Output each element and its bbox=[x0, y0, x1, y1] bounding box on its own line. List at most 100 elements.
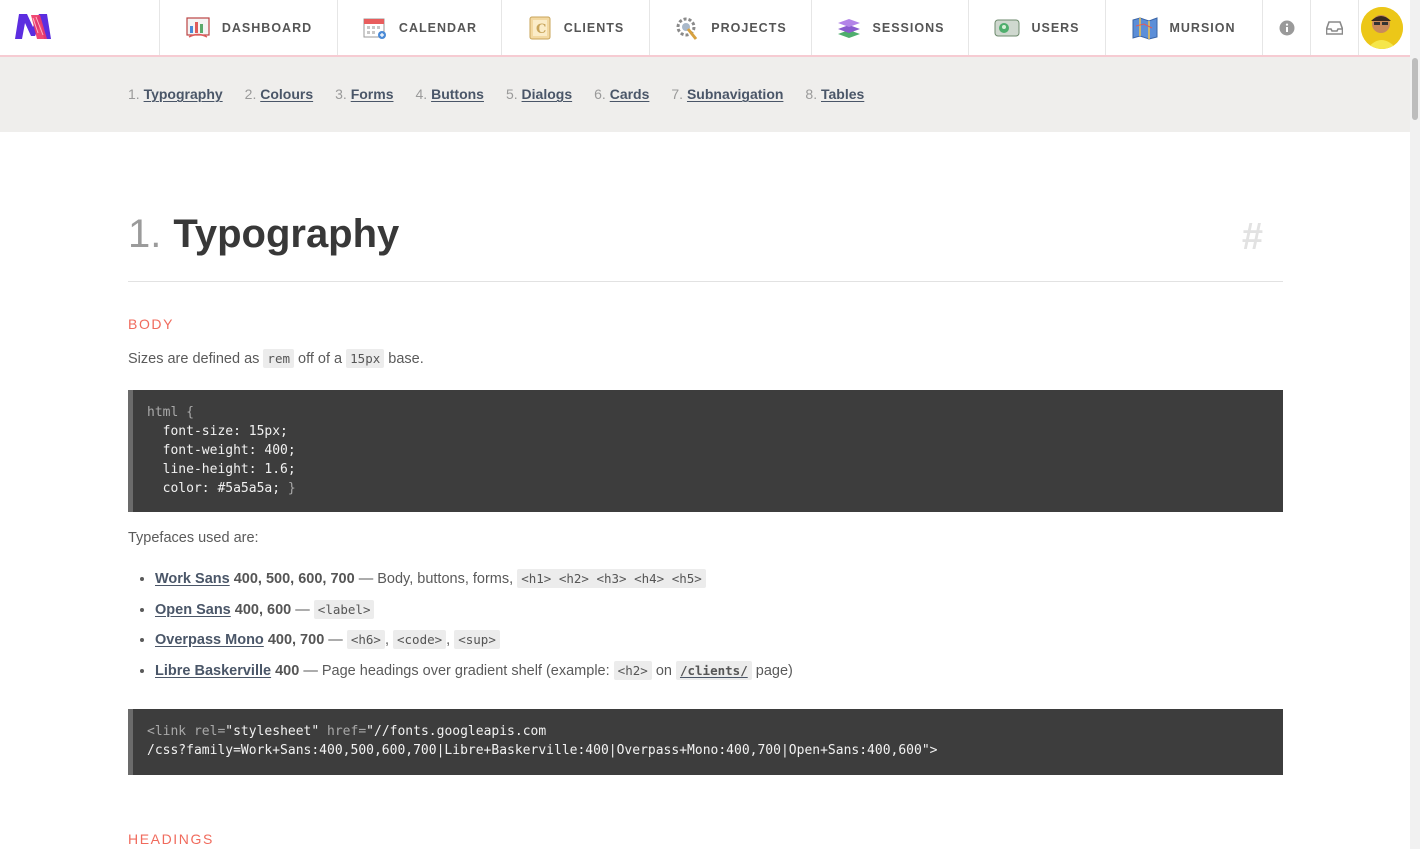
subnav-num: 4. bbox=[415, 86, 428, 102]
nav-users[interactable]: USERS bbox=[968, 0, 1105, 55]
nav-label: SESSIONS bbox=[872, 20, 945, 35]
subnav-item-colours: 2. Colours bbox=[245, 86, 313, 102]
inline-code: <h1> <h2> <h3> <h4> <h5> bbox=[517, 569, 706, 588]
code-val: "//fonts.googleapis.com bbox=[366, 724, 547, 739]
anchor-hash-link[interactable]: # bbox=[1242, 216, 1263, 259]
clients-page-link[interactable]: /clients/ bbox=[675, 660, 752, 680]
subnav-link-subnavigation[interactable]: Subnavigation bbox=[687, 86, 783, 102]
subnav-link-dialogs[interactable]: Dialogs bbox=[522, 86, 573, 102]
typeface-weights: 400 bbox=[275, 662, 300, 679]
list-item: Open Sans 400, 600 — <label> bbox=[155, 595, 793, 626]
typeface-link-open-sans[interactable]: Open Sans bbox=[155, 602, 231, 618]
nav-clients[interactable]: C CLIENTS bbox=[501, 0, 649, 55]
code-line: /css?family=Work+Sans:400,500,600,700|Li… bbox=[147, 743, 938, 758]
subnav-item-typography: 1. Typography bbox=[128, 86, 223, 102]
typeface-link-overpass-mono[interactable]: Overpass Mono bbox=[155, 632, 264, 648]
subnav-item-cards: 6. Cards bbox=[594, 86, 649, 102]
typeface-desc: — bbox=[328, 632, 343, 648]
typeface-list: Work Sans 400, 500, 600, 700 — Body, but… bbox=[128, 564, 793, 686]
subnav-link-forms[interactable]: Forms bbox=[351, 86, 394, 102]
inline-code: /clients/ bbox=[675, 660, 752, 680]
mursion-logo[interactable] bbox=[0, 0, 159, 55]
nav-calendar[interactable]: CALENDAR bbox=[337, 0, 501, 55]
subnav-link-typography[interactable]: Typography bbox=[144, 86, 223, 102]
text: on bbox=[655, 662, 672, 679]
text: page) bbox=[755, 662, 793, 679]
top-navigation: DASHBOARD CALENDAR C CLIENTS PROJECTS SE… bbox=[0, 0, 1410, 57]
sessions-icon bbox=[836, 15, 862, 41]
mursion-map-icon bbox=[1132, 15, 1158, 41]
subnav-link-tables[interactable]: Tables bbox=[821, 86, 864, 102]
text: base. bbox=[388, 351, 424, 367]
nav-sessions[interactable]: SESSIONS bbox=[811, 0, 968, 55]
users-icon bbox=[994, 15, 1020, 41]
body-label: BODY bbox=[128, 316, 175, 332]
section-title: Typography bbox=[173, 212, 400, 256]
info-icon bbox=[1279, 20, 1294, 35]
nav-dashboard[interactable]: DASHBOARD bbox=[159, 0, 337, 55]
user-menu[interactable] bbox=[1358, 0, 1404, 55]
subnav-item-buttons: 4. Buttons bbox=[416, 86, 484, 102]
nav-label: PROJECTS bbox=[711, 20, 787, 35]
typeface-desc: — Body, buttons, forms, bbox=[358, 571, 514, 587]
typeface-link-work-sans[interactable]: Work Sans bbox=[155, 571, 230, 587]
calendar-icon bbox=[362, 15, 388, 41]
subnav-item-tables: 8. Tables bbox=[805, 86, 864, 102]
subnav-link-buttons[interactable]: Buttons bbox=[431, 86, 484, 102]
nav-label: CLIENTS bbox=[563, 20, 625, 35]
divider bbox=[128, 281, 1283, 282]
logo-icon bbox=[15, 14, 51, 39]
text: off of a bbox=[298, 351, 343, 367]
inline-code: <h6> bbox=[346, 630, 385, 649]
code-line: color: #5a5a5a; bbox=[147, 481, 281, 496]
avatar[interactable] bbox=[1360, 6, 1403, 49]
list-item: Overpass Mono 400, 700 — <h6>, <code>, <… bbox=[155, 625, 793, 656]
list-item: Libre Baskerville 400 — Page headings ov… bbox=[155, 656, 793, 687]
typeface-desc: — Page headings over gradient shelf (exa… bbox=[303, 662, 610, 679]
nav-projects[interactable]: PROJECTS bbox=[649, 0, 811, 55]
subnav-num: 3. bbox=[335, 86, 347, 102]
nav-label: MURSION bbox=[1169, 20, 1236, 35]
nav-mursion[interactable]: MURSION bbox=[1105, 0, 1262, 55]
subnav-num: 6. bbox=[594, 86, 606, 102]
font-link-code-block: <link rel="stylesheet" href="//fonts.goo… bbox=[128, 709, 1283, 775]
inline-code: <h2> bbox=[613, 660, 652, 680]
section-heading: 1. Typography bbox=[128, 212, 399, 257]
subnav-link-cards[interactable]: Cards bbox=[610, 86, 650, 102]
typeface-desc: — bbox=[295, 601, 310, 618]
inline-code: <label> bbox=[313, 599, 375, 619]
inbox-button[interactable] bbox=[1310, 0, 1358, 55]
typeface-weights: 400, 700 bbox=[267, 632, 325, 648]
subnav-num: 1. bbox=[128, 86, 140, 102]
body-intro-text: Sizes are defined as rem off of a 15px b… bbox=[128, 349, 424, 368]
subnav-num: 2. bbox=[244, 86, 257, 102]
subnav-item-dialogs: 5. Dialogs bbox=[506, 86, 572, 102]
scrollbar[interactable] bbox=[1410, 0, 1420, 849]
section-subnavigation: 1. Typography 2. Colours 3. Forms 4. But… bbox=[0, 57, 1410, 132]
subnav-num: 8. bbox=[805, 86, 818, 102]
code-line: font-size: 15px; bbox=[147, 424, 288, 439]
section-number: 1. bbox=[128, 212, 162, 256]
code-line: font-weight: 400; bbox=[147, 443, 296, 458]
code-line: html { bbox=[147, 405, 194, 420]
scrollbar-thumb[interactable] bbox=[1412, 58, 1418, 120]
code-attr: href= bbox=[319, 724, 367, 739]
info-button[interactable] bbox=[1262, 0, 1310, 55]
typefaces-intro: Typefaces used are: bbox=[128, 530, 259, 546]
code-tag: <link bbox=[147, 724, 194, 739]
nav-label: CALENDAR bbox=[398, 20, 478, 35]
clients-icon: C bbox=[527, 15, 553, 41]
typeface-weights: 400, 600 bbox=[234, 601, 292, 618]
text: Sizes are defined as bbox=[128, 351, 260, 367]
inline-code: <code> bbox=[393, 630, 447, 649]
inline-code: <sup> bbox=[454, 630, 500, 649]
nav-label: DASHBOARD bbox=[221, 20, 313, 35]
subnav-num: 7. bbox=[671, 86, 684, 102]
subnav-link-colours[interactable]: Colours bbox=[260, 86, 313, 102]
typeface-weights: 400, 500, 600, 700 bbox=[233, 571, 355, 587]
code-brace: } bbox=[280, 481, 296, 496]
css-code-block: html { font-size: 15px; font-weight: 400… bbox=[128, 390, 1283, 512]
list-item: Work Sans 400, 500, 600, 700 — Body, but… bbox=[155, 564, 793, 595]
typeface-link-libre-baskerville[interactable]: Libre Baskerville bbox=[155, 663, 271, 679]
nav-label: USERS bbox=[1031, 20, 1080, 35]
